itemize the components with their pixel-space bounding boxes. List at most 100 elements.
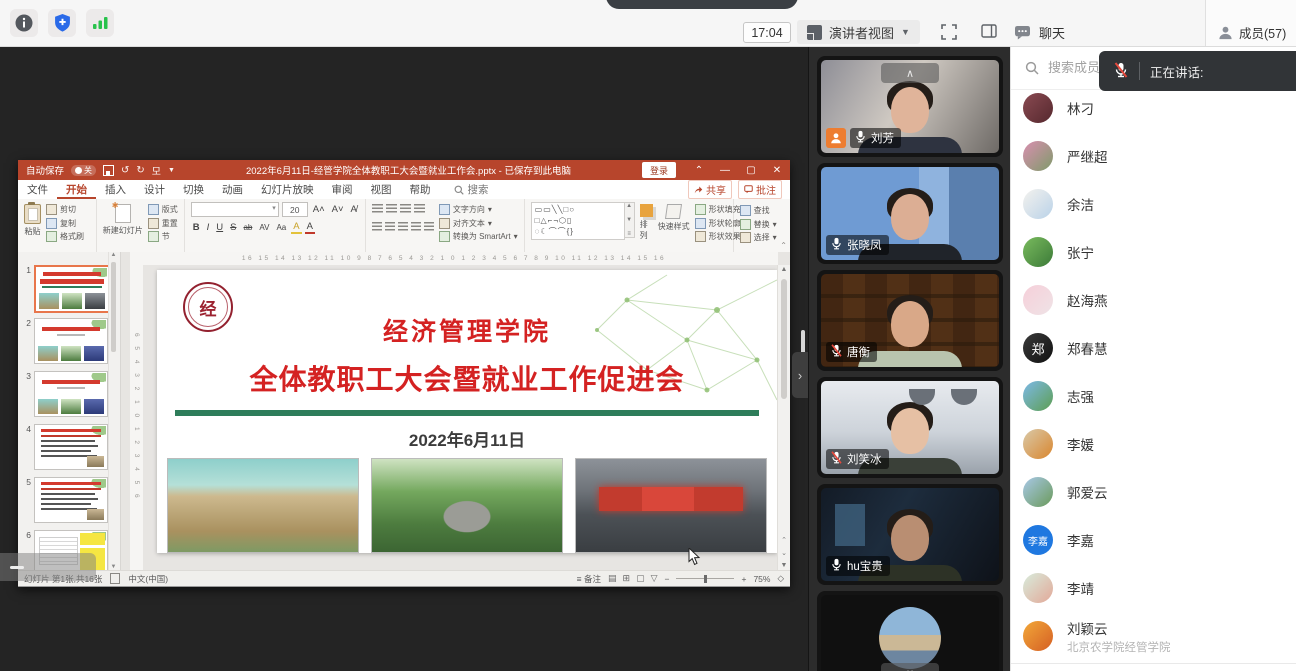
member-row[interactable]: 赵海燕 — [1011, 276, 1296, 324]
highlight-color-button[interactable]: A — [291, 221, 301, 234]
numbered-list-icon[interactable] — [386, 204, 397, 213]
arrange-button[interactable]: 排列 — [640, 202, 653, 241]
ppt-tab-2[interactable]: 插入 — [96, 180, 135, 199]
security-shield-button[interactable] — [48, 9, 76, 37]
collapse-ribbon-icon[interactable]: ⌃ — [780, 241, 787, 250]
section-button[interactable]: 节 — [148, 231, 178, 242]
video-tile-3[interactable]: 唐衡 — [821, 274, 999, 367]
member-row[interactable]: 志强 — [1011, 372, 1296, 420]
collapse-video-panel-handle[interactable]: › — [792, 352, 808, 398]
format-painter-button[interactable]: 格式刷 — [46, 231, 84, 242]
columns-icon[interactable] — [424, 222, 434, 231]
replace-button[interactable]: 替换 ▾ — [740, 219, 777, 230]
align-right-icon[interactable] — [398, 222, 408, 231]
next-slide-icon[interactable]: ⌄ — [778, 549, 790, 557]
scrollbar-thumb[interactable] — [781, 279, 787, 399]
redo-icon[interactable]: ↻ — [136, 165, 144, 176]
member-row[interactable]: 李媛 — [1011, 420, 1296, 468]
slide-canvas[interactable]: 经 经济管理学院 全体教职工大会暨就业工作促进会 2022年6月11日 — [157, 270, 777, 553]
minimize-button[interactable]: — — [712, 160, 738, 180]
paste-button[interactable]: 粘贴 — [24, 202, 41, 237]
slide-sorter-icon[interactable]: ⊞ — [623, 573, 631, 584]
meeting-info-button[interactable] — [10, 9, 38, 37]
qat-customize-icon[interactable]: ▼ — [168, 167, 175, 174]
ppt-tab-1[interactable]: 开始 — [57, 180, 96, 199]
bullet-list-icon[interactable] — [372, 204, 383, 213]
scroll-down-icon[interactable]: ▼ — [778, 562, 790, 569]
layout-panel-button[interactable] — [981, 24, 997, 38]
ppt-tab-3[interactable]: 设计 — [135, 180, 174, 199]
fit-to-window-icon[interactable]: ◇ — [777, 573, 784, 584]
reading-view-icon[interactable]: ▢ — [636, 573, 645, 584]
increase-font-icon[interactable]: A˄ — [311, 204, 327, 215]
video-tile-4[interactable]: 刘笑冰 — [821, 381, 999, 474]
shapes-gallery[interactable]: ▭▭╲╲□○□△⌐¬⬡▯◌☾⌒⌒{} ▲▼≡ — [531, 202, 635, 240]
ppt-tab-7[interactable]: 审阅 — [323, 180, 362, 199]
zoom-in-icon[interactable]: + — [741, 574, 746, 584]
member-row[interactable]: 严继超 — [1011, 132, 1296, 180]
slide-thumbnail-3[interactable] — [34, 371, 108, 417]
slide-thumbnail-4[interactable] — [34, 424, 108, 470]
accessibility-icon[interactable] — [110, 573, 120, 584]
underline-button[interactable]: U — [214, 222, 225, 233]
shapes-gallery-scroll[interactable]: ▲▼≡ — [625, 202, 635, 238]
collapse-videos-chevron-up[interactable]: ∧ — [881, 63, 939, 83]
fullscreen-button[interactable] — [941, 24, 957, 40]
slideshow-icon[interactable]: ▽ — [651, 573, 658, 584]
decrease-font-icon[interactable]: A˅ — [330, 204, 346, 215]
layout-button[interactable]: 版式 — [148, 204, 178, 215]
ribbon-options-icon[interactable]: ⌃ — [686, 160, 712, 180]
align-left-icon[interactable] — [372, 222, 382, 231]
new-slide-button[interactable]: 新建幻灯片 — [103, 202, 143, 236]
close-button[interactable]: ✕ — [764, 160, 790, 180]
video-tile-1[interactable]: ∧刘芳 — [821, 60, 999, 153]
slide-thumbnail-1[interactable] — [34, 265, 110, 313]
ppt-tab-8[interactable]: 视图 — [362, 180, 401, 199]
member-row[interactable]: 李嘉李嘉 — [1011, 516, 1296, 564]
maximize-button[interactable]: ▢ — [738, 160, 764, 180]
indent-decrease-icon[interactable] — [400, 204, 411, 213]
video-tile-2[interactable]: 张晓凤 — [821, 167, 999, 260]
normal-view-icon[interactable]: ▤ — [608, 573, 617, 584]
video-tile-5[interactable]: hu宝贵 — [821, 488, 999, 581]
justify-icon[interactable] — [411, 222, 421, 231]
autosave-toggle[interactable]: 关 — [71, 165, 96, 176]
indent-increase-icon[interactable] — [414, 204, 425, 213]
select-button[interactable]: 选择 ▾ — [740, 232, 777, 243]
view-mode-button[interactable]: 演讲者视图 ▼ — [797, 20, 920, 44]
font-name-select[interactable] — [191, 202, 279, 217]
font-size-select[interactable]: 20 — [282, 202, 308, 217]
clear-format-icon[interactable]: A̸ — [349, 204, 359, 215]
text-direction-button[interactable]: 文字方向 ▾ — [439, 204, 518, 215]
ribbon-search-box[interactable]: 搜索 — [440, 182, 489, 197]
member-row[interactable]: 郭爱云 — [1011, 468, 1296, 516]
copy-button[interactable]: 复制 — [46, 218, 84, 229]
ppt-tab-0[interactable]: 文件 — [18, 180, 57, 199]
find-button[interactable]: 查找 — [740, 205, 777, 216]
scroll-videos-chevron-down[interactable]: ∨ — [881, 663, 939, 671]
scroll-up-icon[interactable]: ▲ — [109, 252, 118, 258]
reset-button[interactable]: 重置 — [148, 218, 178, 229]
slide-thumbnail-2[interactable] — [34, 318, 108, 364]
network-signal-button[interactable] — [86, 9, 114, 37]
scroll-up-icon[interactable]: ▲ — [778, 266, 790, 273]
notes-toggle[interactable]: ≡ 备注 — [577, 573, 601, 585]
scrollbar-thumb[interactable] — [111, 262, 116, 352]
share-button[interactable]: 共享 — [688, 180, 732, 199]
members-tab[interactable]: 成员(57) — [1218, 23, 1286, 42]
ppt-tab-9[interactable]: 帮助 — [401, 180, 440, 199]
ppt-tab-4[interactable]: 切换 — [174, 180, 213, 199]
cut-button[interactable]: 剪切 — [46, 204, 84, 215]
strikethrough-button[interactable]: S — [228, 222, 238, 233]
font-color-button[interactable]: A — [305, 221, 315, 234]
member-row[interactable]: 张宁 — [1011, 228, 1296, 276]
video-tile-6[interactable]: ∨ — [821, 595, 999, 671]
slide-area-scrollbar[interactable]: ▲ ⌃ ⌄ ▼ — [777, 265, 790, 570]
member-row[interactable]: 林刁 — [1011, 90, 1296, 132]
align-center-icon[interactable] — [385, 222, 395, 231]
align-text-button[interactable]: 对齐文本 ▾ — [439, 218, 518, 229]
member-row[interactable]: 李靖 — [1011, 564, 1296, 612]
zoom-out-icon[interactable]: − — [665, 574, 670, 584]
member-row[interactable]: 刘颖云北京农学院经管学院 — [1011, 612, 1296, 657]
smartart-button[interactable]: 转换为 SmartArt ▾ — [439, 231, 518, 242]
